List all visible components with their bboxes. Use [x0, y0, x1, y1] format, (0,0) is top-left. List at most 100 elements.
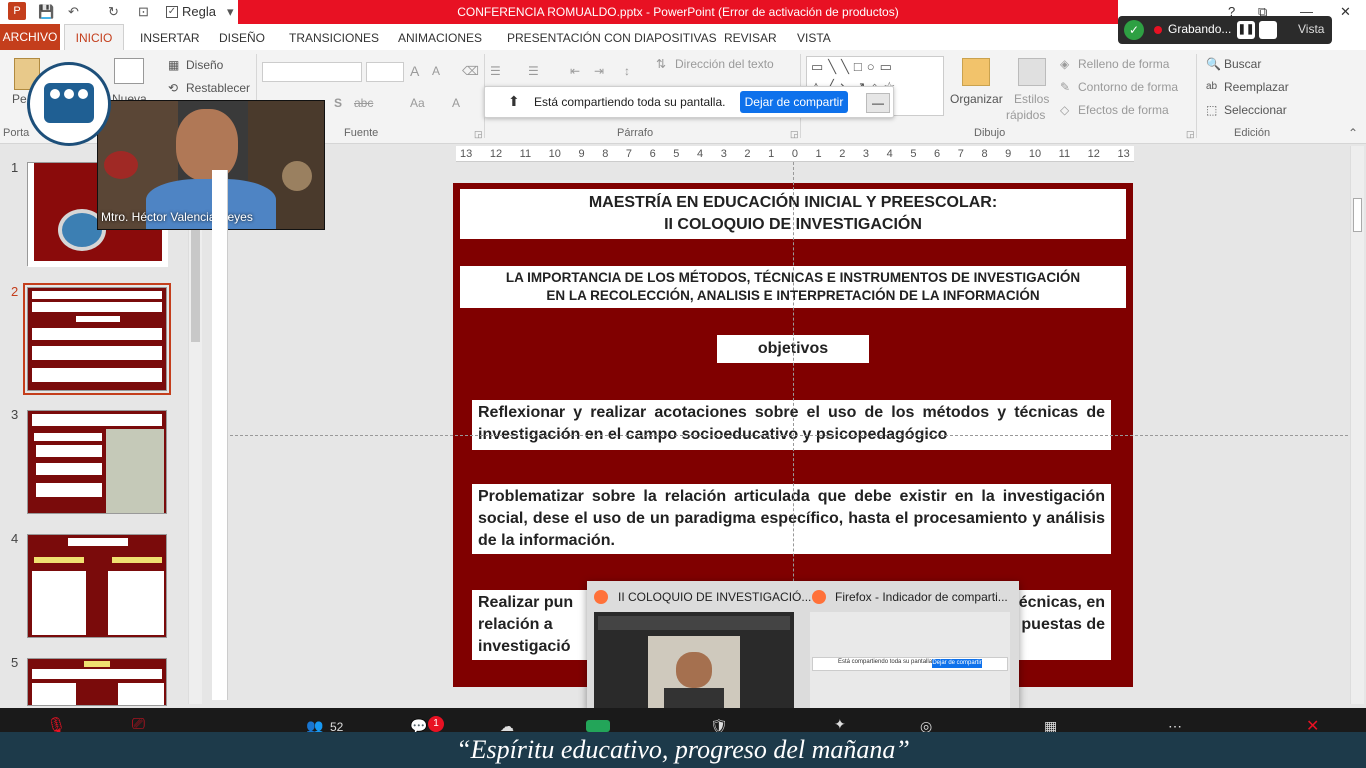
presenter-name: Mtro. Héctor Valencia Reyes — [101, 210, 253, 224]
shadow-icon[interactable]: S — [334, 96, 342, 110]
regla-checkbox[interactable]: ✓ Regla — [166, 2, 216, 22]
replace-icon[interactable]: ab — [1206, 80, 1217, 94]
numbering-icon[interactable]: ☰ — [528, 64, 539, 78]
slide-scrollbar[interactable] — [1350, 146, 1364, 704]
ruler-mark: 10 — [1028, 148, 1042, 160]
recording-label: Grabando... — [1168, 22, 1232, 36]
reset-button[interactable]: Restablecer — [186, 81, 250, 95]
view-button[interactable]: Vista — [1298, 22, 1324, 36]
font-color-icon[interactable]: A — [452, 96, 460, 110]
find-icon[interactable]: 🔍 — [1206, 57, 1221, 71]
ruler-mark: 1 — [815, 148, 822, 160]
shrink-font-icon[interactable]: A — [432, 64, 440, 78]
find-button[interactable]: Buscar — [1224, 57, 1261, 71]
strikethrough-icon[interactable]: abc — [354, 96, 373, 110]
clear-format-icon[interactable]: ⌫ — [462, 64, 479, 78]
shape-fill-button[interactable]: Relleno de forma — [1078, 57, 1169, 71]
font-dialog-launcher-icon[interactable]: ◲ — [474, 129, 483, 140]
tab-animaciones[interactable]: ANIMACIONES — [398, 30, 482, 46]
slide-thumbnail-3[interactable] — [27, 410, 167, 514]
tab-archivo[interactable]: ARCHIVO — [0, 24, 60, 50]
case-icon[interactable]: Aa — [410, 96, 425, 110]
font-name-input[interactable] — [262, 62, 362, 82]
ruler-mark: 4 — [886, 148, 893, 160]
shape-fill-icon[interactable]: ◈ — [1060, 57, 1069, 71]
preview-thumbnail-1[interactable] — [594, 612, 794, 710]
ruler-mark: 13 — [460, 148, 473, 160]
line-spacing-icon[interactable]: ↕ — [624, 64, 630, 78]
save-icon[interactable]: 💾 — [38, 2, 54, 22]
powerpoint-app-icon[interactable]: P — [8, 2, 26, 20]
preview-window-title-2[interactable]: Firefox - Indicador de comparti... — [835, 590, 1008, 604]
ruler-mark: 7 — [625, 148, 633, 160]
ruler-mark: 4 — [697, 148, 704, 160]
quick-styles-icon[interactable] — [1018, 58, 1046, 86]
tab-insertar[interactable]: INSERTAR — [140, 30, 200, 46]
reset-icon[interactable]: ⟲ — [168, 81, 178, 95]
arrange-button[interactable]: Organizar — [950, 92, 1003, 106]
start-presentation-icon[interactable]: ⊡ — [138, 2, 149, 22]
select-icon[interactable]: ⬚ — [1206, 103, 1217, 117]
decrease-indent-icon[interactable]: ⇤ — [570, 64, 580, 78]
slide-number: 5 — [11, 655, 19, 670]
shape-effects-icon[interactable]: ◇ — [1060, 103, 1069, 117]
grow-font-icon[interactable]: A — [410, 64, 419, 78]
bullets-icon[interactable]: ☰ — [490, 64, 501, 78]
close-icon[interactable]: ✕ — [1340, 4, 1351, 20]
undo-icon[interactable]: ↶ — [68, 2, 79, 22]
preview-window-title-1[interactable]: II COLOQUIO DE INVESTIGACIÓ... — [618, 590, 811, 604]
shape-outline-icon[interactable]: ✎ — [1060, 80, 1070, 94]
objective-3-right-2: puestas de — [1021, 616, 1105, 633]
arrange-icon[interactable] — [962, 58, 990, 86]
thumbnail-scrollbar[interactable] — [188, 148, 202, 704]
text-direction-icon[interactable]: ⇅ — [656, 57, 666, 71]
apps-icon[interactable]: ✦ — [834, 716, 846, 733]
share-screen-button[interactable] — [586, 720, 610, 732]
ruler-mark: 8 — [602, 148, 609, 160]
divider — [1196, 54, 1197, 138]
layout-button[interactable]: Diseño — [186, 58, 223, 72]
stop-recording-icon[interactable] — [1259, 21, 1277, 39]
slide-number: 1 — [11, 160, 19, 175]
ruler-mark: 13 — [1117, 148, 1130, 160]
horizontal-guide[interactable] — [230, 435, 1348, 436]
tab-revisar[interactable]: REVISAR — [724, 30, 777, 46]
font-size-input[interactable] — [366, 62, 404, 82]
select-button[interactable]: Seleccionar — [1224, 103, 1287, 117]
pause-icon[interactable]: ❚❚ — [1237, 21, 1255, 39]
meeting-toolbar — [0, 708, 1366, 732]
text-direction-button[interactable]: Dirección del texto — [675, 57, 774, 71]
slide-thumbnail-2[interactable] — [23, 283, 171, 395]
layout-icon[interactable]: ▦ — [168, 58, 179, 72]
tab-diseno[interactable]: DISEÑO — [219, 30, 265, 46]
increase-indent-icon[interactable]: ⇥ — [594, 64, 604, 78]
slide-thumbnail-5[interactable] — [27, 658, 167, 706]
shape-outline-button[interactable]: Contorno de forma — [1078, 80, 1178, 94]
tab-transiciones[interactable]: TRANSICIONES — [289, 30, 379, 46]
new-slide-icon[interactable] — [114, 58, 144, 84]
shape-effects-button[interactable]: Efectos de forma — [1078, 103, 1169, 117]
minimize-share-bar-button[interactable]: — — [866, 93, 890, 113]
quick-styles-label-1[interactable]: Estilos — [1014, 92, 1049, 106]
preview-share-message: Está compartiendo toda su pantalla. — [838, 659, 934, 665]
stop-sharing-button[interactable]: Dejar de compartir — [740, 91, 848, 113]
preview-stop-share: Dejar de compartir — [932, 659, 982, 668]
customize-toolbar-icon[interactable]: ▾ — [227, 2, 234, 22]
ruler-mark: 5 — [910, 148, 917, 160]
objective-1[interactable]: Reflexionar y realizar acotaciones sobre… — [472, 400, 1111, 450]
ruler-mark: 9 — [578, 148, 585, 160]
objective-2[interactable]: Problematizar sobre la relación articula… — [472, 484, 1111, 554]
tab-inicio[interactable]: INICIO — [64, 24, 124, 50]
drawing-dialog-launcher-icon[interactable]: ◲ — [1186, 129, 1195, 140]
tab-vista[interactable]: VISTA — [797, 30, 831, 46]
paragraph-dialog-launcher-icon[interactable]: ◲ — [790, 129, 799, 140]
ruler-mark: 2 — [744, 148, 751, 160]
replace-button[interactable]: Reemplazar — [1224, 80, 1289, 94]
view-grid-icon[interactable]: ▦ — [1332, 22, 1344, 38]
tab-presentacion[interactable]: PRESENTACIÓN CON DIAPOSITIVAS — [507, 30, 717, 46]
preview-thumbnail-2[interactable]: Está compartiendo toda su pantalla. Deja… — [810, 612, 1010, 710]
redo-icon[interactable]: ↻ — [108, 2, 119, 22]
slide-thumbnail-4[interactable] — [27, 534, 167, 638]
collapse-ribbon-icon[interactable]: ⌃ — [1348, 126, 1358, 140]
quick-styles-label-2[interactable]: rápidos — [1006, 108, 1045, 122]
